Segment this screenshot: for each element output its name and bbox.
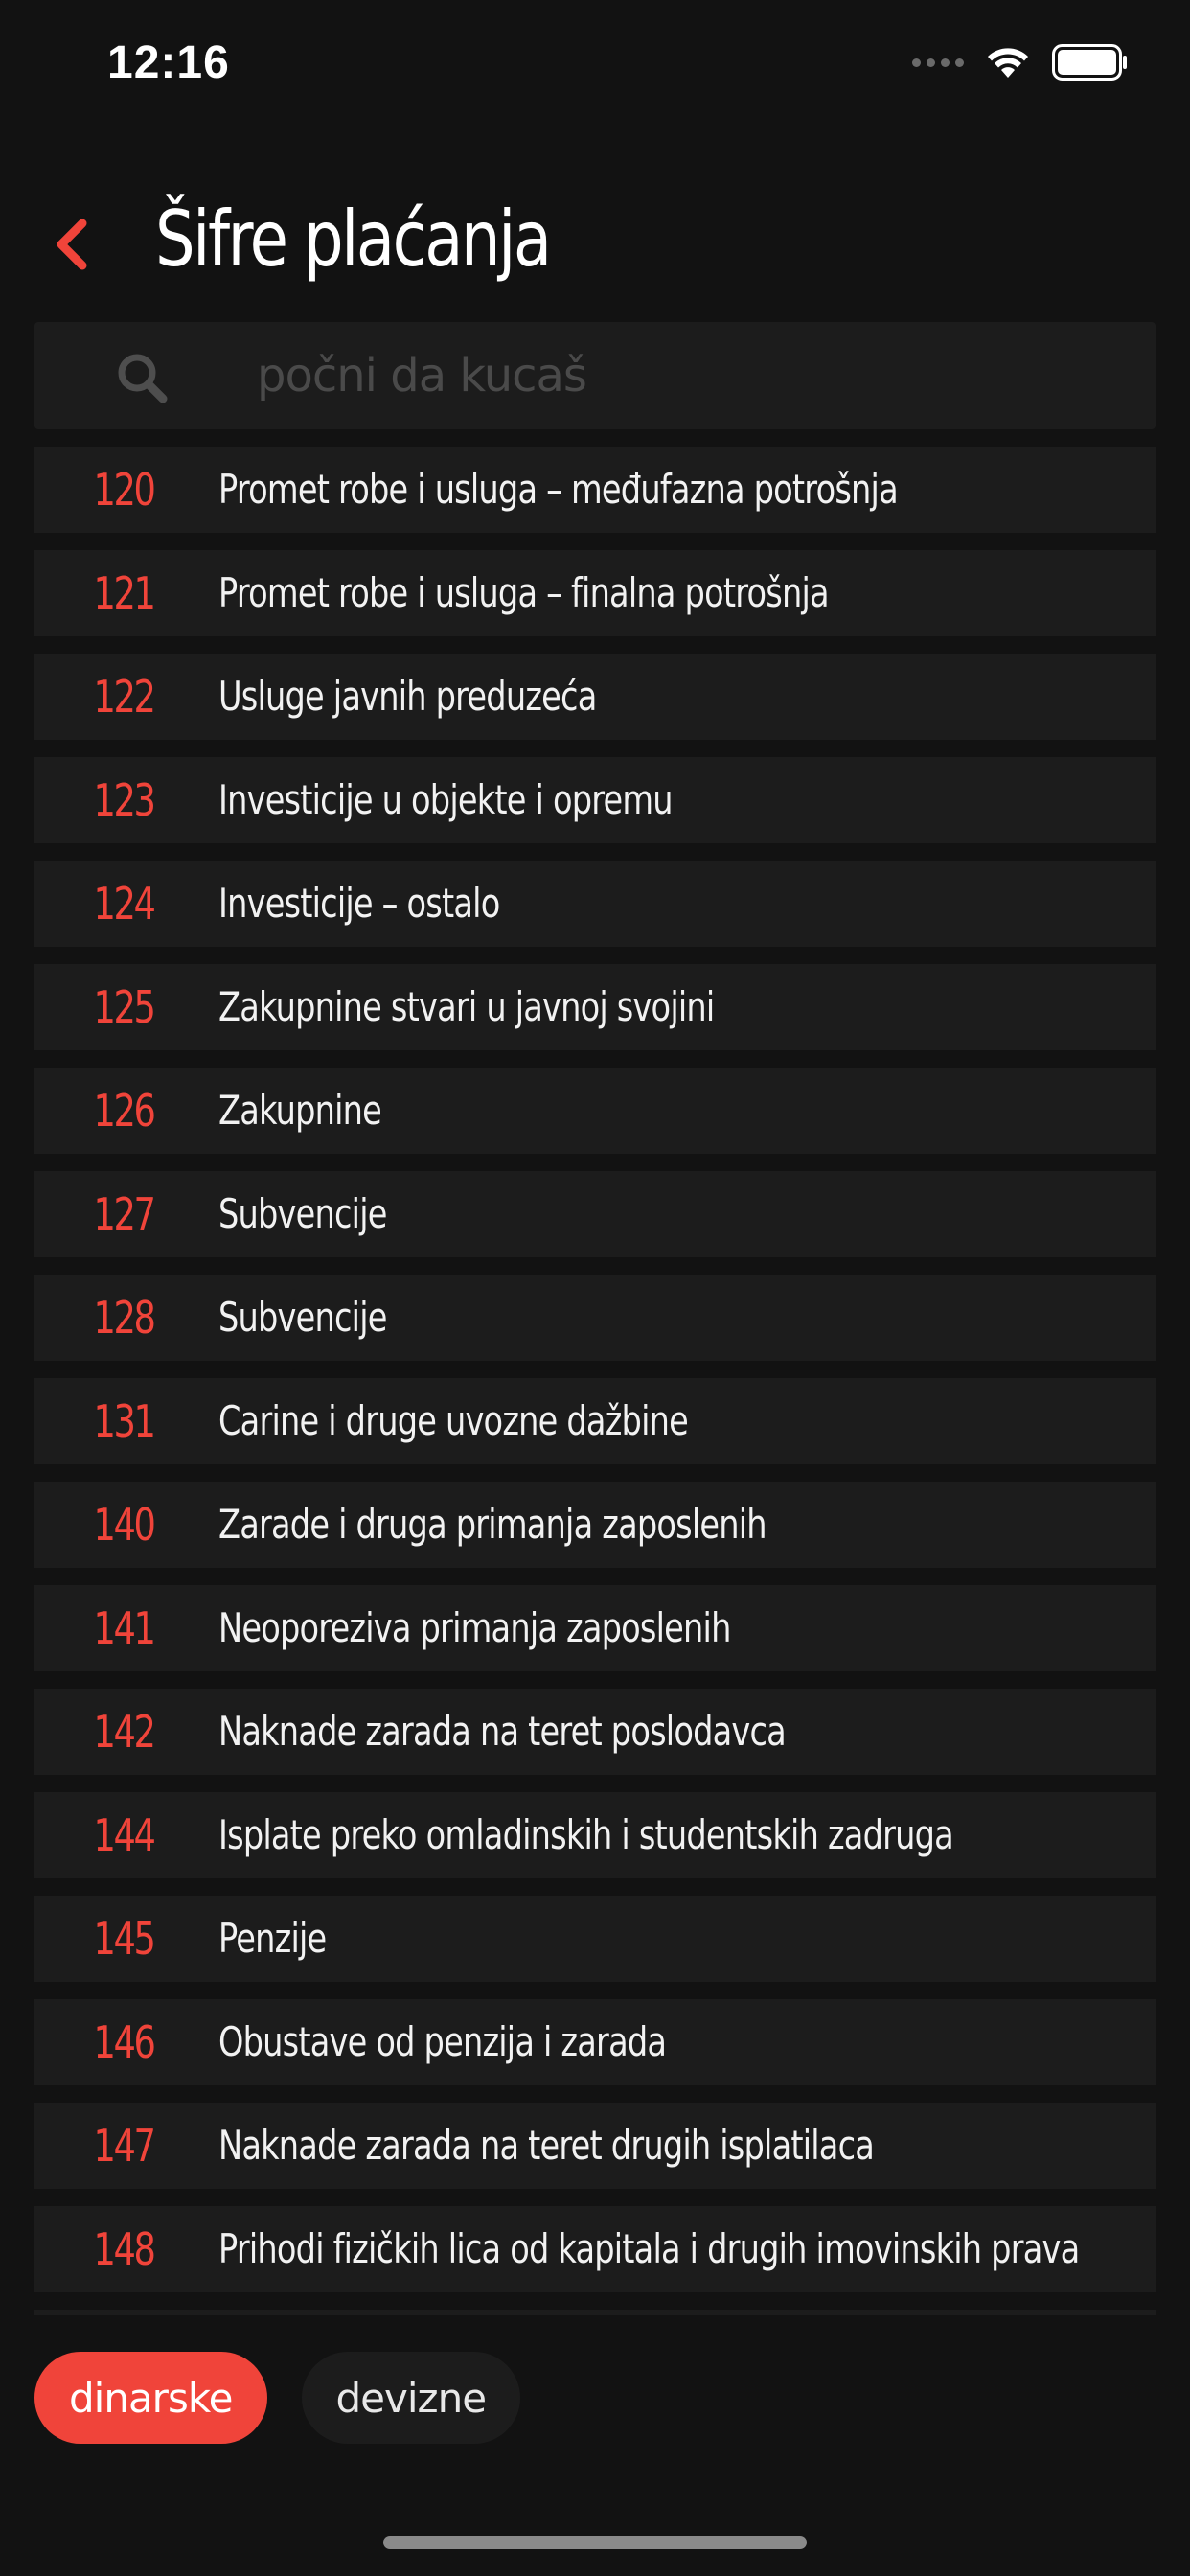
item-label: Obustave od penzija i zarada	[218, 2018, 667, 2065]
item-label: Investicije u objekte i opremu	[218, 776, 674, 823]
item-code: 148	[93, 2223, 155, 2275]
item-label: Neoporeziva primanja zaposlenih	[218, 1604, 731, 1651]
home-indicator[interactable]	[383, 2536, 807, 2549]
item-code: 140	[93, 1499, 155, 1551]
item-code: 121	[93, 567, 155, 619]
item-code: 126	[93, 1085, 155, 1137]
item-label: Naknade zarada na teret drugih isplatila…	[218, 2122, 875, 2169]
payment-code-list: 120 Promet robe i usluga – međufazna pot…	[34, 447, 1156, 2315]
search-icon	[118, 354, 168, 403]
list-item-123[interactable]: 123 Investicije u objekte i opremu	[34, 757, 1156, 843]
item-label: Zarade i druga primanja zaposlenih	[218, 1501, 767, 1548]
list-item-146[interactable]: 146 Obustave od penzija i zarada	[34, 1999, 1156, 2085]
list-item-125[interactable]: 125 Zakupnine stvari u javnoj svojini	[34, 964, 1156, 1050]
item-code: 141	[93, 1602, 155, 1654]
list-item-121[interactable]: 121 Promet robe i usluga – finalna potro…	[34, 550, 1156, 636]
item-code: 124	[93, 878, 155, 930]
item-label: Prihodi fizičkih lica od kapitala i drug…	[218, 2225, 1080, 2272]
status-bar: 12:16	[0, 0, 1190, 134]
item-label: Zakupnine stvari u javnoj svojini	[218, 983, 715, 1030]
wifi-icon	[988, 48, 1028, 78]
item-label: Subvencije	[218, 1294, 387, 1341]
item-code: 127	[93, 1188, 155, 1240]
chevron-left-icon	[57, 218, 87, 270]
list-item-131[interactable]: 131 Carine i druge uvozne dažbine	[34, 1378, 1156, 1464]
item-code: 131	[93, 1395, 155, 1447]
item-code: 144	[93, 1809, 155, 1861]
item-label: Penzije	[218, 1915, 327, 1962]
item-label: Carine i druge uvozne dažbine	[218, 1397, 689, 1444]
item-code: 123	[93, 774, 155, 826]
item-code: 146	[93, 2016, 155, 2068]
page-title: Šifre plaćanja	[155, 195, 552, 284]
list-item-128[interactable]: 128 Subvencije	[34, 1275, 1156, 1361]
item-label: Promet robe i usluga – međufazna potrošn…	[218, 466, 899, 513]
list-item-141[interactable]: 141 Neoporeziva primanja zaposlenih	[34, 1585, 1156, 1671]
item-code: 128	[93, 1292, 155, 1344]
list-item-partial[interactable]	[34, 2310, 1156, 2315]
search-bar	[34, 322, 1156, 429]
tab-label: devizne	[335, 2374, 488, 2422]
item-label: Subvencije	[218, 1190, 387, 1237]
list-item-122[interactable]: 122 Usluge javnih preduzeća	[34, 654, 1156, 740]
back-button[interactable]	[42, 211, 100, 278]
item-label: Investicije – ostalo	[218, 880, 500, 927]
item-code: 122	[93, 671, 155, 723]
list-item-120[interactable]: 120 Promet robe i usluga – međufazna pot…	[34, 447, 1156, 533]
item-label: Naknade zarada na teret poslodavca	[218, 1708, 787, 1755]
list-item-147[interactable]: 147 Naknade zarada na teret drugih ispla…	[34, 2103, 1156, 2189]
item-code: 147	[93, 2120, 155, 2172]
item-label: Isplate preko omladinskih i studentskih …	[218, 1811, 954, 1858]
tab-label: dinarske	[69, 2374, 233, 2422]
item-code: 142	[93, 1706, 155, 1758]
currency-tabs: dinarske devizne	[34, 2352, 521, 2444]
list-item-140[interactable]: 140 Zarade i druga primanja zaposlenih	[34, 1482, 1156, 1568]
item-code: 120	[93, 464, 155, 516]
list-item-126[interactable]: 126 Zakupnine	[34, 1068, 1156, 1154]
search-input[interactable]	[222, 322, 1123, 429]
list-item-127[interactable]: 127 Subvencije	[34, 1171, 1156, 1257]
list-item-145[interactable]: 145 Penzije	[34, 1896, 1156, 1982]
status-icons	[912, 44, 1129, 80]
tab-dinarske[interactable]: dinarske	[34, 2352, 267, 2444]
cellular-signal-icon	[912, 58, 964, 67]
tab-devizne[interactable]: devizne	[301, 2352, 521, 2444]
list-item-124[interactable]: 124 Investicije – ostalo	[34, 861, 1156, 947]
item-code: 145	[93, 1913, 155, 1965]
item-label: Zakupnine	[218, 1087, 382, 1134]
item-code: 125	[93, 981, 155, 1033]
list-item-148[interactable]: 148 Prihodi fizičkih lica od kapitala i …	[34, 2206, 1156, 2292]
status-time: 12:16	[107, 37, 230, 88]
list-item-144[interactable]: 144 Isplate preko omladinskih i students…	[34, 1792, 1156, 1878]
item-label: Promet robe i usluga – finalna potrošnja	[218, 569, 830, 616]
list-item-142[interactable]: 142 Naknade zarada na teret poslodavca	[34, 1689, 1156, 1775]
battery-icon	[1052, 44, 1127, 80]
header: Šifre plaćanja	[0, 172, 1190, 307]
item-label: Usluge javnih preduzeća	[218, 673, 597, 720]
